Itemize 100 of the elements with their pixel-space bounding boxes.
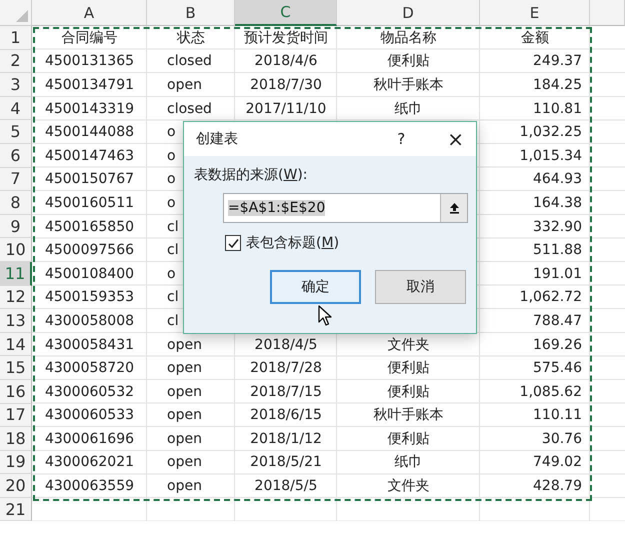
table-cell: 4300062021: [44, 454, 134, 470]
row-header[interactable]: 21: [0, 498, 32, 522]
table-cell: 575.46: [533, 360, 582, 376]
table-cell: 4500143319: [44, 100, 134, 117]
table-cell: 4500108400: [44, 266, 134, 282]
table-cell: closed: [167, 53, 212, 70]
table-cell: 169.26: [533, 336, 582, 353]
table-cell: open: [167, 336, 202, 353]
table-cell: 文件夹: [388, 336, 430, 354]
table-cell: 状态: [177, 28, 205, 47]
column-header[interactable]: E: [480, 0, 590, 26]
table-cell: 便利贴: [388, 382, 430, 401]
table-cell: o: [167, 171, 176, 188]
row-header[interactable]: 4: [0, 96, 32, 120]
ok-button[interactable]: 确定: [270, 270, 362, 304]
table-cell: 788.47: [533, 312, 582, 329]
row-header[interactable]: 13: [0, 309, 32, 333]
table-cell: 便利贴: [388, 52, 430, 70]
table-cell: o: [167, 266, 176, 282]
table-cell: 249.37: [533, 53, 582, 70]
table-cell: 164.38: [533, 194, 582, 211]
table-cell: 2018/5/5: [254, 478, 318, 494]
table-cell: 4500165850: [44, 218, 134, 235]
table-cell: 4500134791: [44, 76, 134, 93]
table-cell: open: [167, 76, 202, 93]
table-cell: 便利贴: [388, 359, 430, 378]
row-header[interactable]: 11: [0, 262, 32, 286]
table-cell: 2018/1/12: [250, 430, 322, 447]
upload-arrow-icon: [448, 202, 460, 214]
row-header[interactable]: 7: [0, 168, 32, 192]
close-button[interactable]: ×: [447, 127, 464, 151]
row-header[interactable]: 18: [0, 427, 32, 451]
table-cell: 金额: [521, 28, 549, 47]
table-cell: 110.11: [533, 407, 582, 424]
table-cell: 预计发货时间: [244, 28, 328, 47]
table-cell: 2018/4/5: [254, 336, 318, 353]
table-cell: 2018/7/28: [250, 360, 322, 376]
row-header[interactable]: 5: [0, 120, 32, 144]
table-cell: 便利贴: [388, 430, 430, 448]
table-cell: 4500144088: [44, 124, 134, 140]
row-header[interactable]: 20: [0, 474, 32, 498]
row-header[interactable]: 9: [0, 214, 32, 238]
row-header[interactable]: 17: [0, 404, 32, 428]
table-cell: 4300063559: [44, 478, 134, 494]
table-cell: 464.93: [533, 171, 582, 188]
table-cell: 2018/7/30: [250, 76, 322, 93]
row-header[interactable]: 19: [0, 450, 32, 474]
table-cell: o: [167, 148, 176, 164]
row-header[interactable]: 10: [0, 238, 32, 262]
row-header[interactable]: 3: [0, 73, 32, 97]
row-header[interactable]: 6: [0, 144, 32, 168]
table-cell: 1,015.34: [520, 148, 582, 164]
help-button[interactable]: ?: [397, 130, 406, 148]
table-cell: open: [167, 478, 202, 494]
table-cell: open: [167, 430, 202, 447]
row-header[interactable]: 1: [0, 26, 32, 50]
table-cell: 4500131365: [44, 53, 134, 70]
table-cell: 4500159353: [44, 289, 134, 306]
table-cell: 秋叶手账本: [374, 406, 444, 424]
table-cell: 4300058008: [44, 312, 134, 329]
table-cell: 1,062.72: [520, 289, 582, 306]
table-cell: 4500097566: [44, 242, 134, 258]
table-cell: 749.02: [533, 454, 582, 470]
checkbox[interactable]: [225, 235, 241, 251]
table-cell: 2018/4/6: [254, 53, 318, 70]
table-cell: 4300058431: [44, 336, 134, 353]
row-header[interactable]: 12: [0, 286, 32, 310]
row-header[interactable]: 2: [0, 50, 32, 74]
cursor-icon: [318, 305, 332, 327]
table-cell: cl: [167, 242, 179, 258]
column-header[interactable]: C: [235, 0, 337, 26]
range-field[interactable]: =$A$1:$E$20: [223, 193, 468, 223]
table-cell: 4300058720: [44, 360, 134, 376]
table-cell: closed: [167, 100, 212, 117]
table-cell: 4300060533: [44, 407, 134, 424]
table-cell: 511.88: [533, 242, 582, 258]
row-header[interactable]: 16: [0, 380, 32, 404]
table-cell: 332.90: [533, 218, 582, 235]
table-cell: cl: [167, 289, 179, 306]
table-cell: 4500150767: [44, 171, 134, 188]
table-cell: 191.01: [533, 266, 582, 282]
collapse-button[interactable]: [440, 194, 467, 222]
dialog-title: 创建表: [196, 130, 239, 148]
table-cell: open: [167, 407, 202, 424]
table-cell: 合同编号: [62, 28, 118, 47]
row-header[interactable]: 15: [0, 356, 32, 380]
row-header[interactable]: 14: [0, 332, 32, 356]
table-cell: open: [167, 360, 202, 376]
column-header[interactable]: D: [337, 0, 480, 26]
table-cell: cl: [167, 312, 179, 329]
column-header[interactable]: A: [32, 0, 147, 26]
checkbox-label[interactable]: 表包含标题(M): [246, 234, 340, 252]
table-cell: 4500160511: [44, 194, 134, 211]
table-cell: 2018/6/15: [250, 407, 322, 424]
table-cell: 110.81: [533, 100, 582, 117]
row-header[interactable]: 8: [0, 191, 32, 215]
table-cell: 4500147463: [44, 148, 134, 164]
table-cell: 1,032.25: [520, 124, 582, 140]
column-header[interactable]: B: [147, 0, 235, 26]
cancel-button[interactable]: 取消: [375, 270, 466, 304]
